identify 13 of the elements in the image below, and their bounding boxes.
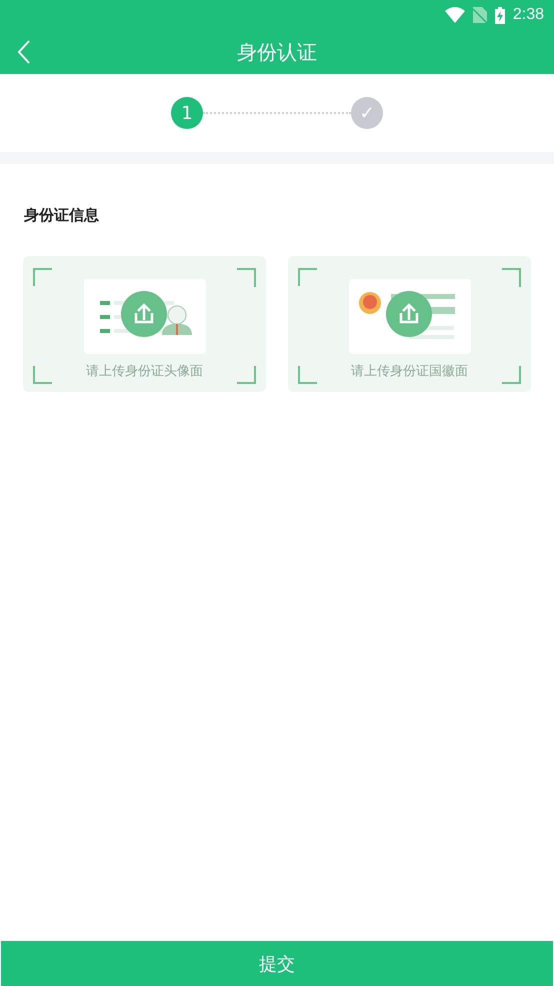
step-indicator: ✓ (351, 97, 383, 129)
upload-card[interactable]: 请上传身份证国徽面 (288, 256, 531, 392)
section-title: 身份证信息 (24, 206, 100, 225)
status-time: 2:38 (512, 6, 544, 24)
battery-charging-icon (494, 6, 505, 24)
page-title: 身份认证 (237, 38, 317, 66)
step-indicator: 1 (171, 97, 203, 129)
upload-caption: 请上传身份证头像面 (86, 363, 203, 380)
wifi-icon (444, 7, 465, 23)
submit-button[interactable]: 提交 (1, 941, 553, 986)
upload-card[interactable]: 请上传身份证头像面 (23, 256, 266, 392)
no-sim-icon (472, 7, 487, 23)
upload-caption: 请上传身份证国徽面 (351, 363, 468, 380)
